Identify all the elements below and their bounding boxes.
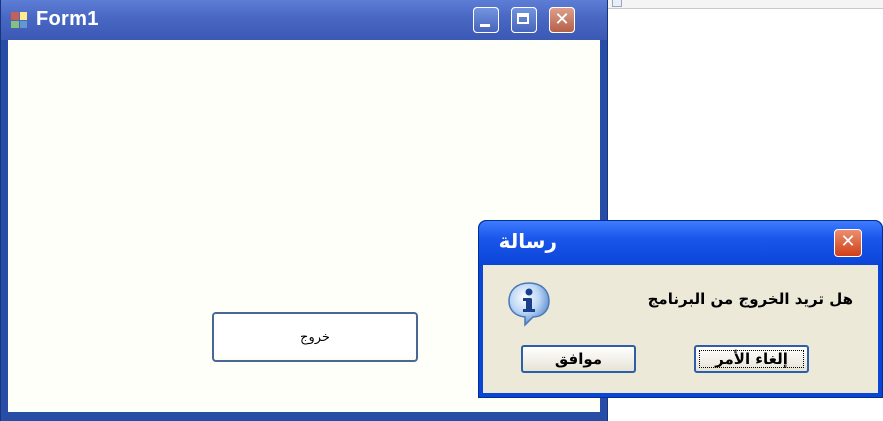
minimize-button[interactable] [473, 7, 499, 33]
maximize-button[interactable] [511, 7, 537, 33]
information-icon [508, 282, 550, 327]
close-icon: ✕ [840, 231, 856, 252]
message-box-body: هل تريد الخروج من البرنامج موافق إلغاء ا… [483, 265, 878, 393]
ok-button[interactable]: موافق [521, 345, 636, 373]
message-box: رسالة ✕ هل تريد الخروج من البرنامج موافق… [478, 220, 883, 398]
minimize-icon [480, 24, 490, 27]
windows-form-icon [11, 12, 27, 28]
form1-titlebar[interactable]: Form1 ✕ [1, 0, 607, 40]
message-box-titlebar[interactable]: رسالة ✕ [479, 221, 882, 265]
form1-title: Form1 [36, 8, 99, 30]
message-text: هل تريد الخروج من البرنامج [647, 290, 853, 308]
cancel-button[interactable]: إلغاء الأمر [694, 345, 809, 373]
message-box-close-button[interactable]: ✕ [834, 229, 862, 257]
close-icon: ✕ [554, 9, 570, 30]
background-window-edge [608, 0, 883, 9]
exit-button[interactable]: خروج [212, 312, 418, 362]
background-window-icon [612, 0, 622, 7]
close-button[interactable]: ✕ [549, 7, 575, 33]
maximize-icon [517, 13, 529, 24]
message-box-title: رسالة [498, 229, 557, 253]
